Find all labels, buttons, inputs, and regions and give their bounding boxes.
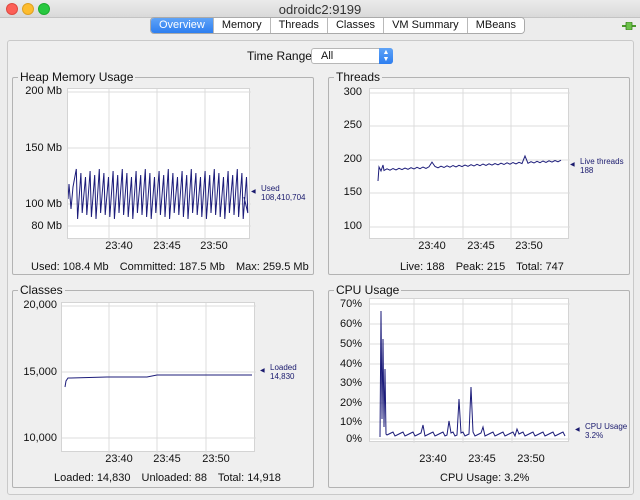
cpu-xtick: 23:40 [419,453,447,465]
cpu-ytick: 0% [346,433,362,445]
heap-ytick: 100 Mb [25,198,62,210]
tab-mbeans[interactable]: MBeans [466,18,525,33]
tab-memory[interactable]: Memory [212,18,270,33]
threads-legend: ◀ Live threads 188 [570,157,624,175]
threads-xtick: 23:45 [467,240,495,252]
heap-max-stat: Max: 259.5 Mb [235,261,309,273]
heap-ytick: 200 Mb [25,85,62,97]
classes-ytick: 10,000 [23,432,57,444]
heap-committed-stat: Committed: 187.5 Mb [119,261,225,273]
heap-memory-title: Heap Memory Usage [18,70,136,84]
heap-xtick: 23:40 [105,240,133,252]
cpu-xtick: 23:45 [468,453,496,465]
chevron-updown-icon: ▲ ▼ [379,48,393,64]
cpu-stats: CPU Usage: 3.2% [440,472,537,484]
window-title: odroidc2:9199 [278,2,362,17]
threads-legend-name: Live threads [580,157,624,166]
classes-loaded-stat: Loaded: 14,830 [54,472,131,484]
heap-xtick: 23:50 [200,240,228,252]
cpu-usage-title: CPU Usage [334,283,402,297]
tab-overview[interactable]: Overview [151,18,213,33]
main-tab-bar: Overview Memory Threads Classes VM Summa… [150,17,526,34]
heap-memory-chart [68,89,251,240]
window-titlebar: odroidc2:9199 [0,0,640,18]
threads-ytick: 100 [343,220,362,232]
cpu-legend-name: CPU Usage [585,422,628,431]
heap-legend-value: 108,410,704 [261,193,306,202]
threads-ytick: 200 [343,153,362,165]
classes-xtick: 23:50 [202,453,230,465]
classes-total-stat: Total: 14,918 [217,472,281,484]
classes-xtick: 23:45 [153,453,181,465]
cpu-ytick: 60% [339,318,362,330]
threads-ytick: 300 [343,86,362,98]
legend-pointer-icon: ◀ [251,189,256,195]
time-range-value: All [321,50,334,62]
legend-pointer-icon: ◀ [575,427,580,433]
tab-threads[interactable]: Threads [269,18,327,33]
cpu-usage-plot[interactable] [369,298,570,443]
heap-legend-name: Used [261,184,280,193]
time-range-select[interactable]: All ▲ ▼ [311,48,393,64]
classes-stats: Loaded: 14,830 Unloaded: 88 Total: 14,91… [54,472,289,484]
threads-plot[interactable] [369,88,570,240]
classes-plot[interactable] [61,302,256,453]
threads-legend-value: 188 [580,166,594,175]
threads-total-stat: Total: 747 [516,261,564,273]
tab-classes[interactable]: Classes [326,18,384,33]
cpu-legend: ◀ CPU Usage 3.2% [575,422,628,440]
cpu-ytick: 40% [339,358,362,370]
heap-used-stat: Used: 108.4 Mb [31,261,109,273]
cpu-xtick: 23:50 [517,453,545,465]
heap-legend: ◀ Used 108,410,704 [251,184,306,202]
time-range-label: Time Range: [247,49,316,63]
cpu-ytick: 30% [339,377,362,389]
heap-xtick: 23:45 [153,240,181,252]
cpu-legend-value: 3.2% [585,431,604,440]
heap-ytick: 150 Mb [25,142,62,154]
tab-vm-summary[interactable]: VM Summary [383,18,467,33]
cpu-ytick: 70% [339,298,362,310]
cpu-ytick: 50% [339,338,362,350]
cpu-usage-chart [370,299,570,443]
cpu-ytick: 20% [339,397,362,409]
classes-legend-name: Loaded [270,363,297,372]
classes-chart [62,303,256,453]
threads-ytick: 150 [343,186,362,198]
classes-legend: ◀ Loaded 14,830 [260,363,297,381]
threads-ytick: 250 [343,119,362,131]
threads-xtick: 23:50 [515,240,543,252]
classes-loaded-series [64,374,252,388]
cpu-usage-stat: CPU Usage: 3.2% [440,472,530,484]
cpu-ytick: 10% [339,416,362,428]
classes-legend-value: 14,830 [270,372,295,381]
classes-title: Classes [18,283,65,297]
threads-live-stat: Live: 188 [400,261,445,273]
classes-ytick: 20,000 [23,299,57,311]
legend-pointer-icon: ◀ [260,368,265,374]
cpu-usage-series [379,310,566,438]
threads-xtick: 23:40 [418,240,446,252]
connection-status-icon [622,22,636,30]
threads-chart [370,89,570,240]
classes-xtick: 23:40 [105,453,133,465]
heap-used-series [68,168,249,220]
classes-ytick: 15,000 [23,366,57,378]
heap-memory-plot[interactable] [67,88,251,240]
legend-pointer-icon: ◀ [570,162,575,168]
threads-stats: Live: 188 Peak: 215 Total: 747 [400,261,572,273]
threads-title: Threads [334,70,383,84]
threads-peak-stat: Peak: 215 [455,261,506,273]
heap-ytick: 80 Mb [31,220,62,232]
heap-stats: Used: 108.4 Mb Committed: 187.5 Mb Max: … [31,261,317,273]
classes-unloaded-stat: Unloaded: 88 [141,472,207,484]
